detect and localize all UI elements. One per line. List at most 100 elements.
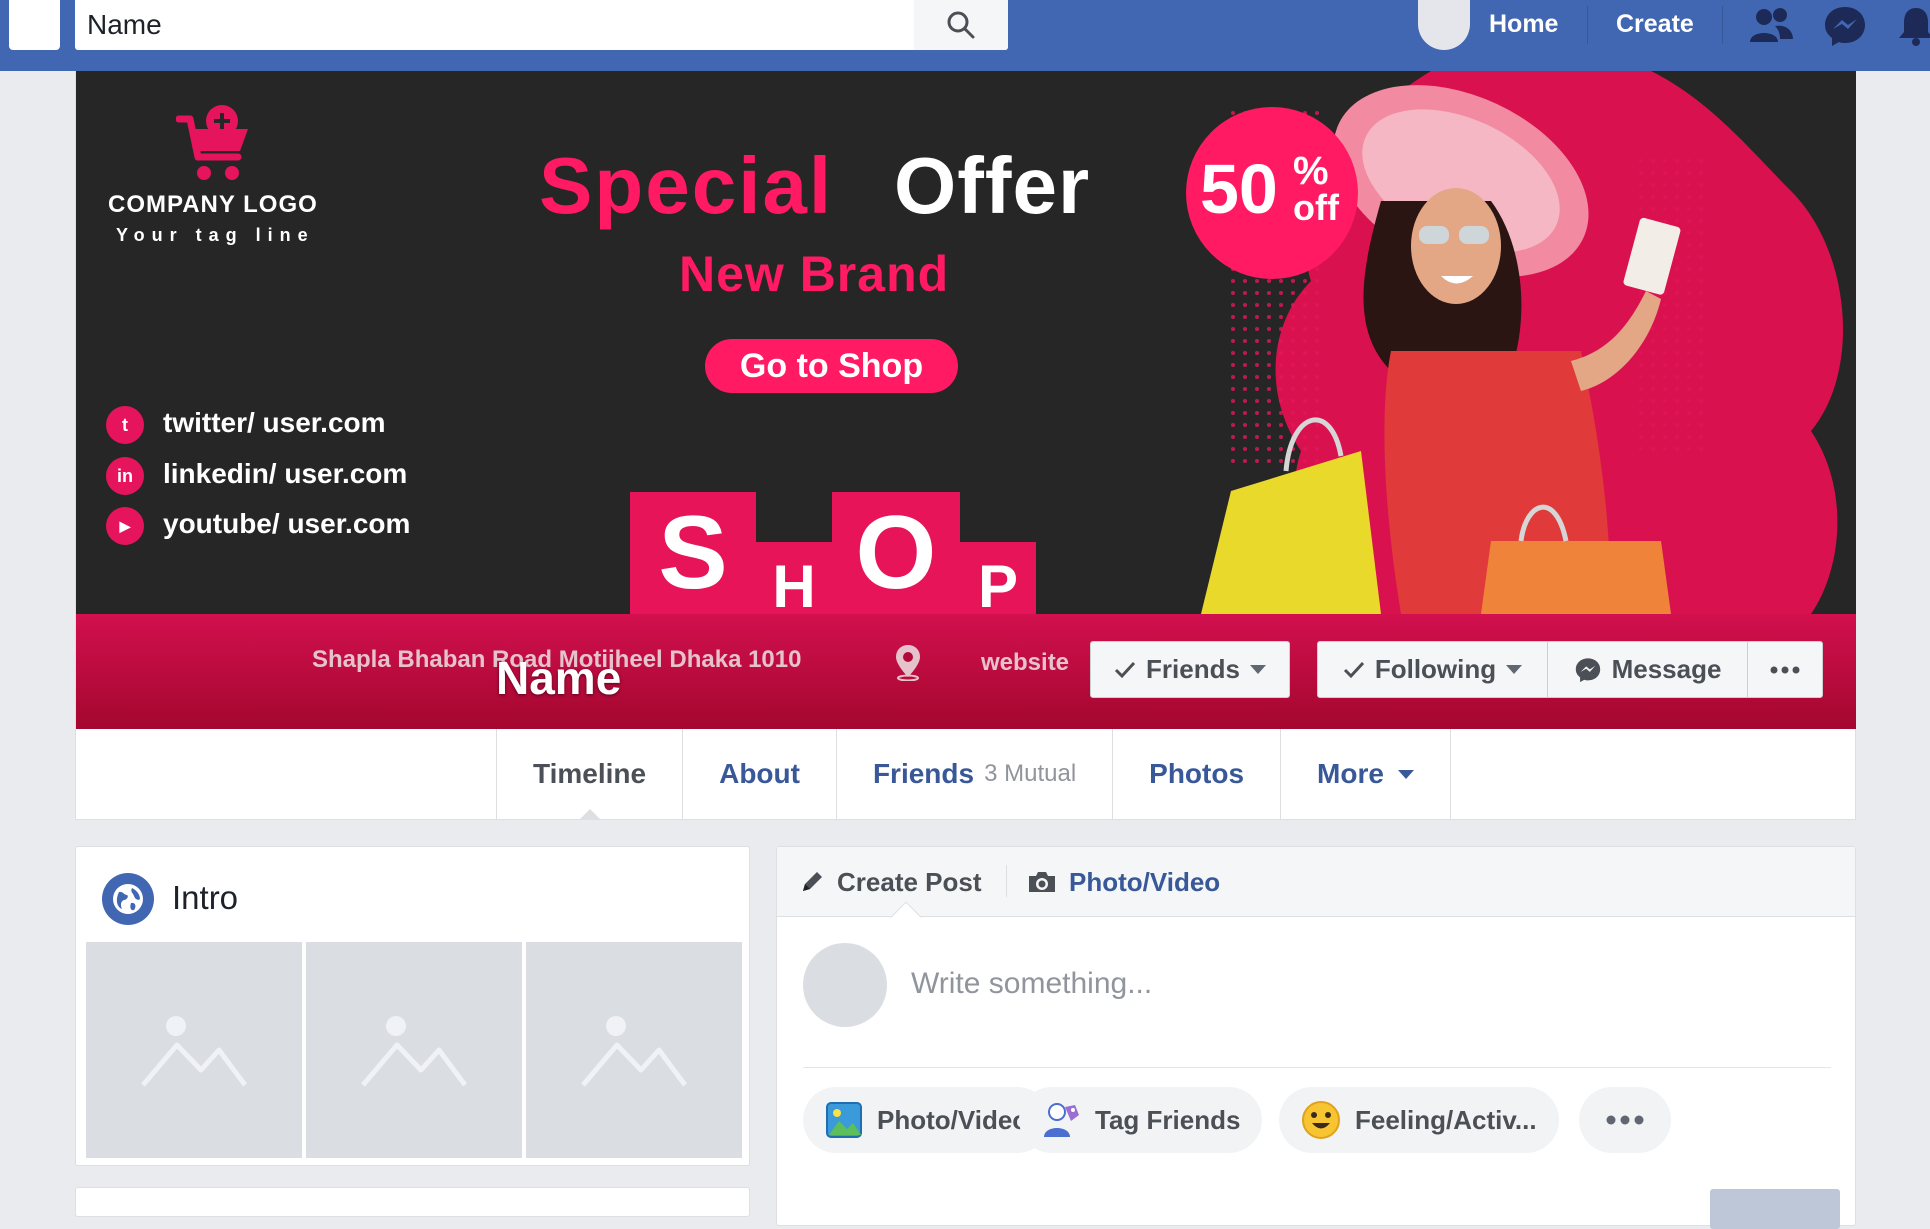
- social-youtube-text: youtube/ user.com: [163, 508, 411, 539]
- feeling-activity-chip[interactable]: Feeling/Activ...: [1279, 1087, 1559, 1153]
- post-button[interactable]: [1710, 1189, 1840, 1229]
- shop-letter-o: O: [832, 492, 960, 614]
- headline-offer: Offer: [894, 141, 1091, 230]
- tab-about[interactable]: About: [682, 729, 836, 819]
- nav-avatar[interactable]: [1418, 0, 1470, 50]
- intro-photo-placeholder[interactable]: [86, 942, 302, 1158]
- discount-off: off: [1293, 187, 1339, 228]
- following-button-label: Following: [1374, 654, 1497, 684]
- chevron-down-icon: [1506, 665, 1523, 674]
- globe-icon: [102, 873, 154, 925]
- composer-avatar: [803, 943, 887, 1027]
- tab-timeline[interactable]: Timeline: [496, 729, 682, 820]
- secondary-left-card: [75, 1187, 750, 1217]
- composer-header: Create Post Photo/Video: [777, 847, 1855, 917]
- pencil-icon: [803, 872, 822, 891]
- image-placeholder-icon: [141, 1016, 248, 1087]
- photo-video-tab-label: Photo/Video: [1069, 866, 1221, 897]
- tab-more[interactable]: More: [1280, 729, 1451, 819]
- write-something-input[interactable]: Write something...: [911, 967, 1152, 1001]
- social-youtube: ▶ youtube/ user.com: [106, 503, 446, 545]
- nav-home-link[interactable]: Home: [1489, 10, 1558, 39]
- check-icon: [1114, 661, 1136, 678]
- photo-icon: [826, 1102, 862, 1138]
- photo-video-chip[interactable]: Photo/Video: [803, 1087, 1051, 1153]
- shop-letter-s: S: [630, 492, 756, 614]
- create-post-tab[interactable]: Create Post: [799, 847, 982, 917]
- discount-badge: 50 % off: [1186, 107, 1358, 279]
- tab-timeline-label: Timeline: [533, 758, 647, 789]
- message-button[interactable]: Message: [1548, 642, 1748, 697]
- following-button[interactable]: Following: [1318, 642, 1548, 697]
- shop-letter-h: H: [756, 542, 832, 614]
- intro-card: Intro: [75, 846, 750, 1166]
- discount-value: 50: [1200, 150, 1278, 228]
- profile-tabs: Timeline About Friends 3 Mutual Photos Mo…: [496, 729, 1451, 820]
- top-navigation-bar: Name Home Create: [0, 0, 1930, 71]
- ellipsis-icon: [1770, 666, 1800, 673]
- post-composer: Create Post Photo/Video Write something.…: [776, 846, 1856, 1229]
- composer-divider: [803, 1067, 1831, 1068]
- social-twitter-text: twitter/ user.com: [163, 407, 386, 438]
- cover-photo[interactable]: COMPANY LOGO Your tag line t twitter/ us…: [76, 71, 1856, 614]
- feeling-activity-chip-label: Feeling/Activ...: [1355, 1104, 1537, 1135]
- header-divider: [1006, 865, 1007, 897]
- profile-name[interactable]: Name: [496, 651, 621, 705]
- photo-video-tab[interactable]: Photo/Video: [1027, 847, 1220, 917]
- go-to-shop-button[interactable]: Go to Shop: [705, 339, 958, 393]
- tab-friends[interactable]: Friends 3 Mutual: [835, 729, 1112, 819]
- ellipsis-icon: [1606, 1115, 1644, 1125]
- cover-website: website: [981, 649, 1070, 676]
- image-placeholder-icon: [361, 1016, 468, 1087]
- smiley-icon: [1302, 1101, 1340, 1139]
- photo-video-chip-label: Photo/Video: [877, 1104, 1029, 1135]
- create-post-label: Create Post: [837, 866, 982, 897]
- intro-photo-placeholder[interactable]: [526, 942, 742, 1158]
- youtube-icon: ▶: [106, 507, 144, 545]
- profile-action-group: Following Message: [1317, 641, 1823, 698]
- intro-photo-placeholder[interactable]: [306, 942, 522, 1158]
- location-pin-icon: [896, 645, 920, 681]
- search-button[interactable]: [914, 0, 1008, 50]
- social-linkedin: in linkedin/ user.com: [106, 453, 446, 495]
- camera-icon: [1029, 872, 1055, 892]
- tag-friends-chip[interactable]: Tag Friends: [1019, 1087, 1263, 1153]
- more-options-button[interactable]: [1748, 642, 1822, 697]
- social-linkedin-text: linkedin/ user.com: [163, 458, 408, 489]
- more-options-chip[interactable]: [1579, 1087, 1671, 1153]
- nav-create-link[interactable]: Create: [1616, 10, 1694, 39]
- nav-divider: [1587, 6, 1588, 44]
- nav-divider: [1722, 6, 1723, 44]
- search-icon: [947, 11, 975, 39]
- image-placeholder-icon: [581, 1016, 688, 1087]
- tag-friends-icon: [1044, 1103, 1079, 1137]
- message-button-label: Message: [1611, 654, 1722, 684]
- tab-photos-label: Photos: [1149, 758, 1245, 789]
- notifications-bell-icon[interactable]: [1896, 4, 1930, 48]
- friends-button-label: Friends: [1146, 654, 1240, 684]
- search-input[interactable]: Name: [87, 0, 162, 50]
- chevron-down-icon: [1249, 665, 1266, 674]
- intro-title: Intro: [172, 879, 239, 916]
- headline-special: Special: [539, 141, 834, 230]
- linkedin-icon: in: [106, 457, 144, 495]
- search-box[interactable]: Name: [75, 0, 1008, 50]
- tab-about-label: About: [719, 758, 800, 789]
- facebook-logo[interactable]: [9, 0, 60, 50]
- twitter-icon: t: [106, 406, 144, 444]
- friends-button[interactable]: Friends: [1090, 641, 1290, 698]
- messenger-icon: [1575, 657, 1600, 682]
- friend-requests-icon[interactable]: [1747, 4, 1795, 48]
- profile-card: COMPANY LOGO Your tag line t twitter/ us…: [75, 71, 1856, 820]
- company-logo-text: COMPANY LOGO: [108, 191, 318, 218]
- tab-photos[interactable]: Photos: [1112, 729, 1280, 819]
- tab-more-label: More: [1317, 758, 1384, 789]
- subheadline-new-brand: New Brand: [679, 246, 950, 302]
- mutual-friends-count: 3 Mutual: [984, 760, 1077, 787]
- company-tagline: Your tag line: [116, 225, 315, 245]
- shopping-cart-logo-icon: [176, 105, 248, 180]
- chevron-down-icon: [1397, 769, 1414, 779]
- messenger-icon[interactable]: [1822, 4, 1868, 48]
- check-icon: [1343, 661, 1364, 678]
- tab-friends-label: Friends: [872, 758, 975, 789]
